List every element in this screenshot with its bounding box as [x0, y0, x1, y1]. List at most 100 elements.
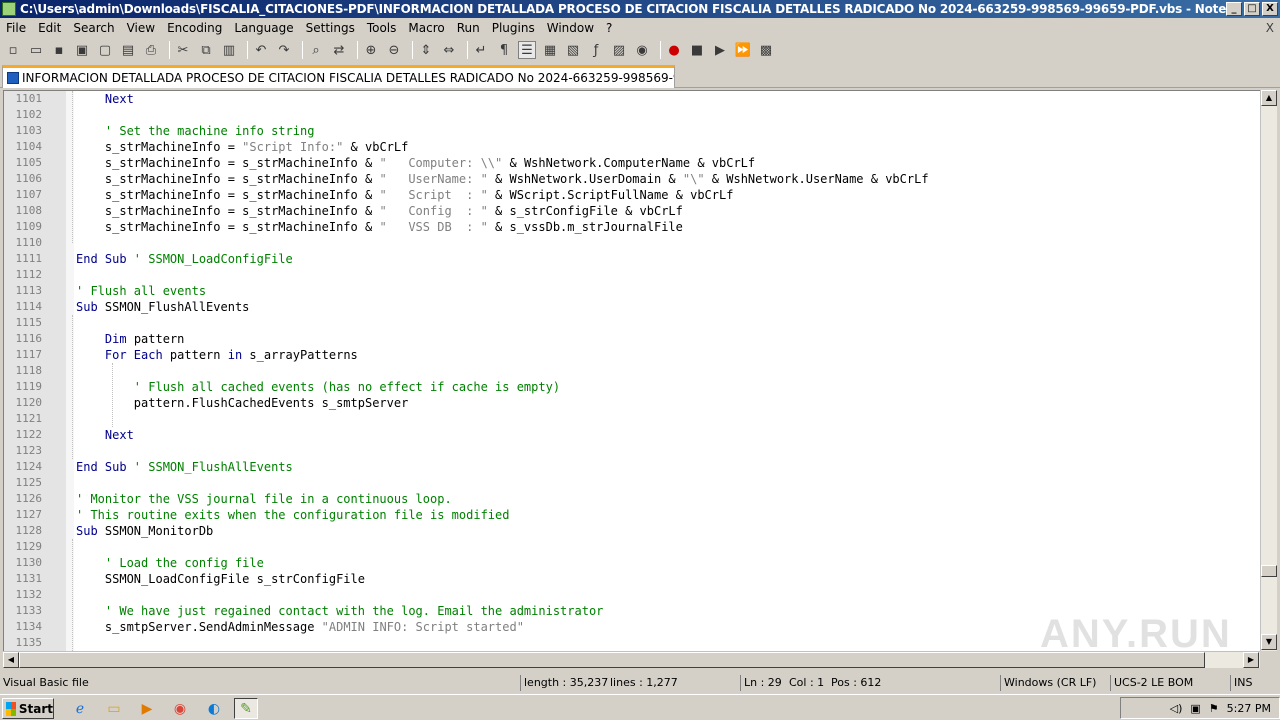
menu-settings[interactable]: Settings	[300, 18, 361, 38]
doc-map-icon[interactable]: ▧	[564, 41, 582, 59]
close-file-icon[interactable]: ▢	[96, 41, 114, 59]
sync-horizontal-icon[interactable]: ⇔	[440, 41, 458, 59]
internet-explorer-icon[interactable]: ℯ	[68, 698, 92, 719]
monitoring-icon[interactable]: ◉	[633, 41, 651, 59]
menu-edit[interactable]: Edit	[32, 18, 67, 38]
horizontal-scroll-thumb[interactable]	[19, 652, 1205, 668]
code-text: ' Flush all events	[76, 283, 206, 299]
folder-workspace-icon[interactable]: ▨	[610, 41, 628, 59]
scroll-down-icon[interactable]: ▼	[1261, 634, 1277, 650]
indent-guide-icon[interactable]: ☰	[518, 41, 536, 59]
code-editor[interactable]: 1101 Next 1102 1103 ' Set the machine info…	[3, 90, 1260, 651]
volume-icon[interactable]: ◁)	[1170, 702, 1183, 715]
scroll-right-icon[interactable]: ▶	[1243, 652, 1259, 668]
word-wrap-icon[interactable]: ↵	[472, 41, 490, 59]
menu-macro[interactable]: Macro	[402, 18, 450, 38]
code-text: Sub SSMON_FlushAllEvents	[76, 299, 249, 315]
code-line: 1122 Next	[4, 427, 1260, 443]
menu-view[interactable]: View	[121, 18, 161, 38]
code-token: End Sub	[76, 252, 127, 266]
code-line: 1101 Next	[4, 91, 1260, 107]
code-text: Next	[76, 427, 134, 443]
close-button[interactable]: X	[1262, 2, 1278, 16]
vertical-scrollbar[interactable]: ▲ ▼	[1260, 90, 1277, 651]
save-macro-icon[interactable]: ▩	[757, 41, 775, 59]
code-line: 1115	[4, 315, 1260, 331]
code-line: 1130 ' Load the config file	[4, 555, 1260, 571]
code-line: 1125	[4, 475, 1260, 491]
maximize-button[interactable]: □	[1244, 2, 1260, 16]
code-token: " VSS DB : "	[379, 220, 488, 234]
close-document-button[interactable]: X	[1266, 18, 1274, 38]
line-number: 1125	[15, 476, 43, 489]
line-number: 1135	[15, 636, 43, 649]
language-udl-icon[interactable]: ▦	[541, 41, 559, 59]
chrome-icon[interactable]: ◉	[168, 698, 192, 719]
open-file-icon[interactable]: ▭	[27, 41, 45, 59]
line-number: 1131	[15, 572, 43, 585]
code-token: ' We have just regained contact with the…	[76, 604, 604, 618]
status-insert-mode: INS	[1230, 675, 1252, 691]
scroll-left-icon[interactable]: ◀	[3, 652, 19, 668]
save-icon[interactable]: ▪	[50, 41, 68, 59]
code-text: End Sub ' SSMON_FlushAllEvents	[76, 459, 293, 475]
code-token: s_arrayPatterns	[242, 348, 358, 362]
scroll-up-icon[interactable]: ▲	[1261, 90, 1277, 106]
copy-icon[interactable]: ⧉	[197, 41, 215, 59]
record-macro-icon[interactable]: ●	[665, 41, 683, 59]
function-list-icon[interactable]: ƒ	[587, 41, 605, 59]
code-token: ' Flush all events	[76, 284, 207, 298]
code-token: " Computer: \\"	[379, 156, 503, 170]
code-token: " Script : "	[379, 188, 488, 202]
menu-window[interactable]: Window	[541, 18, 600, 38]
notepad-plus-plus-taskbar-icon[interactable]: ✎	[234, 698, 258, 719]
save-all-icon[interactable]: ▣	[73, 41, 91, 59]
vertical-scroll-thumb[interactable]	[1261, 565, 1277, 577]
show-all-chars-icon[interactable]: ¶	[495, 41, 513, 59]
start-button[interactable]: Start	[2, 698, 54, 719]
run-macro-multiple-icon[interactable]: ⏩	[734, 41, 752, 59]
code-line: 1111 End Sub ' SSMON_LoadConfigFile	[4, 251, 1260, 267]
cut-icon[interactable]: ✂	[174, 41, 192, 59]
title-bar: C:\Users\admin\Downloads\FISCALIA_CITACI…	[0, 0, 1280, 18]
stop-macro-icon[interactable]: ■	[688, 41, 706, 59]
paste-icon[interactable]: ▥	[220, 41, 238, 59]
find-icon[interactable]: ⌕	[307, 41, 325, 59]
file-explorer-icon[interactable]: ▭	[102, 698, 126, 719]
print-icon[interactable]: ⎙	[142, 41, 160, 59]
tab-active-document[interactable]: INFORMACION DETALLADA PROCESO DE CITACIO…	[2, 65, 675, 88]
play-macro-icon[interactable]: ▶	[711, 41, 729, 59]
minimize-button[interactable]: _	[1226, 2, 1242, 16]
media-player-icon[interactable]: ▶	[135, 698, 159, 719]
menu-help[interactable]: ?	[600, 18, 618, 38]
zoom-in-icon[interactable]: ⊕	[362, 41, 380, 59]
code-token: & vbCrLf	[343, 140, 409, 154]
sync-vertical-icon[interactable]: ⇕	[417, 41, 435, 59]
edge-icon[interactable]: ◐	[202, 698, 226, 719]
code-token: pattern	[162, 348, 228, 362]
close-all-icon[interactable]: ▤	[119, 41, 137, 59]
clock[interactable]: 5:27 PM	[1227, 702, 1271, 715]
code-text: pattern.FlushCachedEvents s_smtpServer	[76, 395, 409, 411]
menu-encoding[interactable]: Encoding	[161, 18, 228, 38]
code-line: 1104 s_strMachineInfo = "Script Info:" &…	[4, 139, 1260, 155]
menu-run[interactable]: Run	[451, 18, 486, 38]
code-token: & s_strConfigFile & vbCrLf	[487, 204, 683, 218]
menu-plugins[interactable]: Plugins	[486, 18, 541, 38]
tab-label: INFORMACION DETALLADA PROCESO DE CITACIO…	[22, 71, 674, 85]
code-token: & WshNetwork.UserDomain &	[487, 172, 683, 186]
code-text: ' Monitor the VSS journal file in a cont…	[76, 491, 452, 507]
menu-search[interactable]: Search	[67, 18, 120, 38]
menu-language[interactable]: Language	[228, 18, 299, 38]
action-center-icon[interactable]: ⚑	[1209, 702, 1219, 715]
redo-icon[interactable]: ↷	[275, 41, 293, 59]
menu-tools[interactable]: Tools	[361, 18, 403, 38]
line-number: 1103	[15, 124, 43, 137]
code-line: 1108 s_strMachineInfo = s_strMachineInfo…	[4, 203, 1260, 219]
new-file-icon[interactable]: ▫	[4, 41, 22, 59]
menu-file[interactable]: File	[0, 18, 32, 38]
replace-icon[interactable]: ⇄	[330, 41, 348, 59]
zoom-out-icon[interactable]: ⊖	[385, 41, 403, 59]
network-icon[interactable]: ▣	[1190, 702, 1200, 715]
undo-icon[interactable]: ↶	[252, 41, 270, 59]
